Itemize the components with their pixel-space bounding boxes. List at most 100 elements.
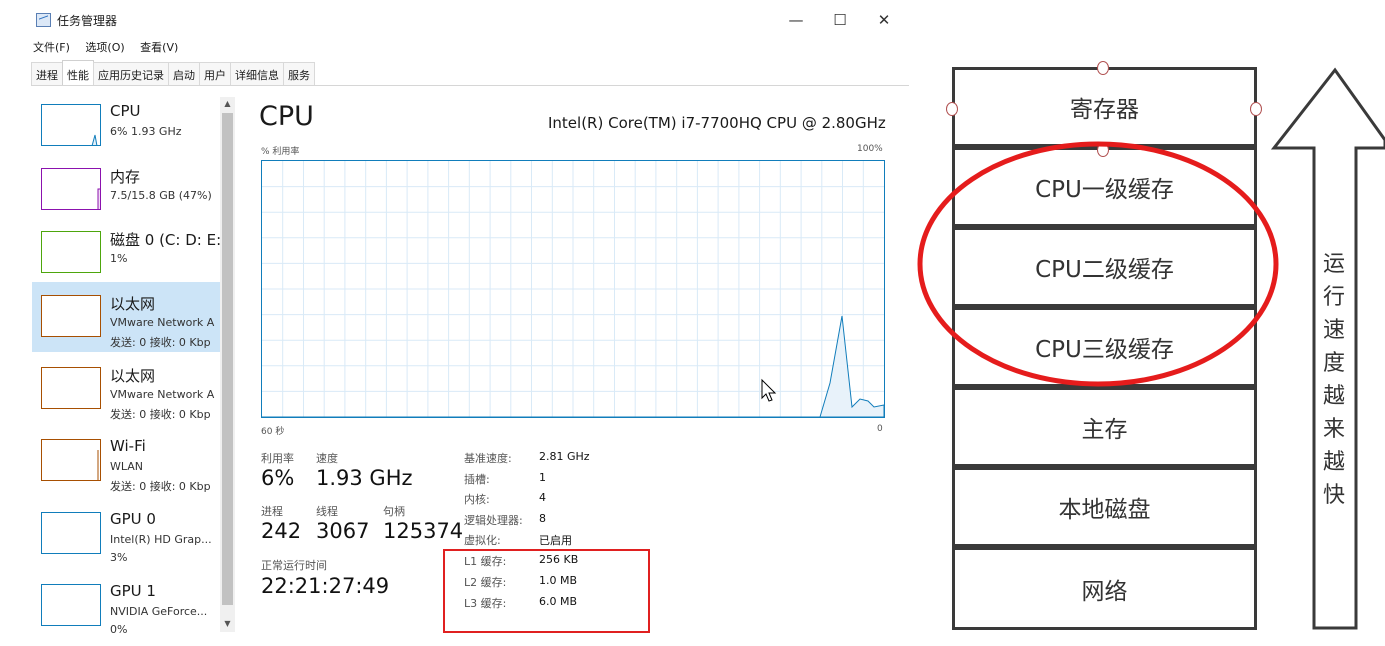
gpu-mini-graph — [41, 584, 101, 626]
sidebar-item-name: GPU 0 — [110, 510, 156, 528]
speed-direction-text: 运 行 速 度 越 来 越 快 — [1318, 248, 1350, 512]
cpu-utilization-graph — [261, 160, 885, 418]
sidebar-item-sub2: 0% — [110, 623, 128, 636]
cpu-model: Intel(R) Core(TM) i7-7700HQ CPU @ 2.80GH… — [548, 114, 886, 132]
tab-users[interactable]: 用户 — [199, 62, 231, 85]
sidebar-item-sub2: 发送: 0 接收: 0 Kbp — [110, 408, 211, 421]
arrow-char: 来 — [1322, 417, 1345, 442]
detail-key: 逻辑处理器: — [464, 514, 523, 527]
window-title: 任务管理器 — [57, 14, 118, 28]
speed-value: 1.93 GHz — [316, 466, 413, 490]
tab-details[interactable]: 详细信息 — [230, 62, 284, 85]
tab-performance[interactable]: 性能 — [62, 60, 94, 85]
sidebar-item-disk[interactable]: 磁盘 0 (C: D: E: 1% — [32, 218, 220, 288]
threads-label: 线程 — [316, 505, 338, 518]
tab-app-history[interactable]: 应用历史记录 — [93, 62, 169, 85]
uptime-label: 正常运行时间 — [261, 559, 327, 572]
sidebar-item-wifi[interactable]: Wi-Fi WLAN 发送: 0 接收: 0 Kbp — [32, 426, 220, 496]
sidebar-item-sub: Intel(R) HD Grap... — [110, 533, 212, 546]
detail-key: 内核: — [464, 493, 490, 506]
sidebar-item-sub: 6% 1.93 GHz — [110, 125, 182, 138]
cpu-mini-graph — [41, 104, 101, 146]
sidebar-item-name: Wi-Fi — [110, 437, 146, 455]
memory-mini-graph — [41, 168, 101, 210]
scroll-up-icon[interactable]: ▲ — [220, 99, 235, 108]
tab-processes[interactable]: 进程 — [31, 62, 63, 85]
performance-sidebar: CPU 6% 1.93 GHz 内存 7.5/15.8 GB (47%) 磁盘 … — [32, 91, 220, 639]
processes-label: 进程 — [261, 505, 283, 518]
tab-services[interactable]: 服务 — [283, 62, 315, 85]
processes-value: 242 — [261, 519, 302, 543]
utilization-label: 利用率 — [261, 452, 294, 465]
disk-mini-graph — [41, 231, 101, 273]
menu-options[interactable]: 选项(O) — [85, 41, 124, 54]
sidebar-item-name: 内存 — [110, 168, 141, 186]
sidebar-item-sub2: 发送: 0 接收: 0 Kbp — [110, 336, 211, 349]
mouse-cursor-icon — [761, 378, 777, 402]
uptime-value: 22:21:27:49 — [261, 574, 390, 598]
task-manager-icon — [36, 13, 51, 27]
task-manager-window: 任务管理器 — ☐ ✕ 文件(F) 选项(O) 查看(V) 进程 性能 应用历史… — [0, 0, 910, 646]
tab-startup[interactable]: 启动 — [168, 62, 200, 85]
detail-key: 虚拟化: — [464, 534, 501, 547]
speed-label: 速度 — [316, 452, 338, 465]
arrow-char: 越 — [1322, 384, 1345, 409]
sidebar-item-gpu-1[interactable]: GPU 1 NVIDIA GeForce... 0% — [32, 571, 220, 639]
detail-key: 基准速度: — [464, 452, 512, 465]
arrow-char: 度 — [1322, 351, 1345, 376]
sidebar-item-ethernet-2[interactable]: 以太网 VMware Network A 发送: 0 接收: 0 Kbp — [32, 354, 220, 424]
graph-x-left: 60 秒 — [261, 427, 285, 437]
sidebar-item-cpu[interactable]: CPU 6% 1.93 GHz — [32, 91, 220, 161]
graph-y-max: 100% — [857, 144, 883, 154]
sidebar-item-sub2: 发送: 0 接收: 0 Kbp — [110, 480, 211, 493]
arrow-char: 行 — [1322, 285, 1345, 310]
menu-bar: 文件(F) 选项(O) 查看(V) — [33, 39, 190, 57]
detail-key: 插槽: — [464, 473, 490, 486]
memory-hierarchy-diagram: 寄存器 CPU一级缓存 CPU二级缓存 CPU三级缓存 主存 本地磁盘 网络 运… — [910, 0, 1385, 646]
sidebar-item-sub: NVIDIA GeForce... — [110, 605, 208, 618]
graph-y-label: % 利用率 — [261, 147, 300, 157]
handles-label: 句柄 — [383, 505, 405, 518]
handles-value: 125374 — [383, 519, 464, 543]
close-button[interactable]: ✕ — [862, 6, 906, 34]
sidebar-item-ethernet-1[interactable]: 以太网 VMware Network A 发送: 0 接收: 0 Kbp — [32, 282, 220, 352]
tab-bar: 进程 性能 应用历史记录 启动 用户 详细信息 服务 — [31, 60, 909, 86]
sidebar-item-sub: VMware Network A — [110, 316, 215, 329]
menu-file[interactable]: 文件(F) — [33, 41, 70, 54]
minimize-button[interactable]: — — [774, 6, 818, 34]
sidebar-item-name: 以太网 — [110, 367, 156, 385]
page-title: CPU — [259, 101, 314, 132]
wifi-mini-graph — [41, 439, 101, 481]
graph-x-right: 0 — [877, 424, 883, 434]
sidebar-item-sub: WLAN — [110, 460, 144, 473]
cpu-graph-svg — [262, 161, 885, 418]
sidebar-item-name: 磁盘 0 (C: D: E: — [110, 231, 220, 249]
detail-value: 2.81 GHz — [539, 450, 590, 463]
arrow-char: 速 — [1322, 318, 1345, 343]
sidebar-item-sub: 1% — [110, 252, 128, 265]
sidebar-item-sub: VMware Network A — [110, 388, 215, 401]
red-circle-annotation — [917, 141, 1279, 387]
utilization-value: 6% — [261, 466, 295, 490]
sidebar-item-memory[interactable]: 内存 7.5/15.8 GB (47%) — [32, 155, 220, 225]
ethernet-mini-graph — [41, 295, 101, 337]
title-bar: 任务管理器 — ☐ ✕ — [0, 0, 910, 40]
detail-value: 已启用 — [539, 534, 572, 547]
detail-value: 4 — [539, 491, 546, 504]
maximize-button[interactable]: ☐ — [818, 6, 862, 34]
sidebar-item-gpu-0[interactable]: GPU 0 Intel(R) HD Grap... 3% — [32, 499, 220, 569]
scrollbar-thumb[interactable] — [222, 113, 233, 605]
threads-value: 3067 — [316, 519, 370, 543]
sidebar-item-name: CPU — [110, 102, 141, 120]
cache-highlight-box — [443, 549, 650, 633]
sidebar-item-name: GPU 1 — [110, 582, 156, 600]
annotation-overlay — [917, 67, 1385, 630]
sidebar-item-sub: 7.5/15.8 GB (47%) — [110, 189, 212, 202]
arrow-char: 快 — [1322, 483, 1345, 508]
ethernet-mini-graph — [41, 367, 101, 409]
menu-view[interactable]: 查看(V) — [140, 41, 178, 54]
sidebar-item-sub2: 3% — [110, 551, 128, 564]
scroll-down-icon[interactable]: ▼ — [220, 619, 235, 628]
gpu-mini-graph — [41, 512, 101, 554]
detail-value: 1 — [539, 471, 546, 484]
